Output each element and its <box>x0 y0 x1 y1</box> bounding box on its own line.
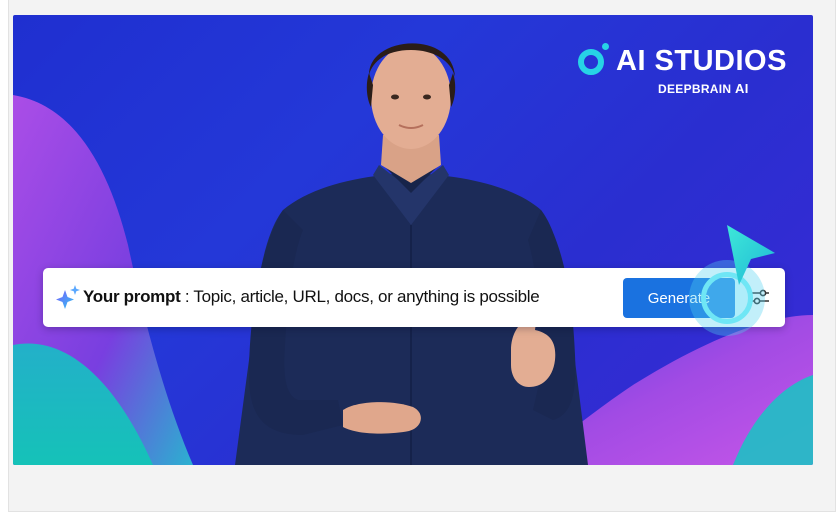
prompt-placeholder: Topic, article, URL, docs, or anything i… <box>193 287 540 306</box>
logo-ring-icon <box>578 49 604 75</box>
sparkle-icon <box>56 285 80 309</box>
cursor-arrow-icon <box>727 225 775 285</box>
logo-title: AI STUDIOS <box>616 45 787 77</box>
prompt-label: Your prompt <box>83 287 181 306</box>
ai-studios-logo: AI STUDIOS DEEPBRAIN AI <box>576 41 791 101</box>
prompt-input-bar[interactable]: Your prompt : Topic, article, URL, docs,… <box>43 268 785 327</box>
prompt-field[interactable]: Your prompt : Topic, article, URL, docs,… <box>83 287 540 307</box>
logo-dot-icon <box>602 43 609 50</box>
promo-banner[interactable]: AI STUDIOS DEEPBRAIN AI Your prompt : To… <box>13 15 813 465</box>
logo-subtitle: DEEPBRAIN AI <box>658 81 749 96</box>
